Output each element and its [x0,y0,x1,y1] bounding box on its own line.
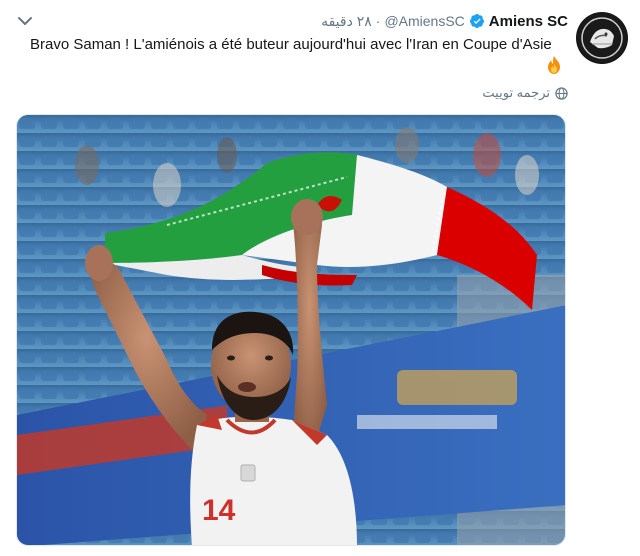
tweet-text: Bravo Saman ! L'amiénois a été buteur au… [30,34,564,56]
fire-emoji-icon [548,56,560,74]
avatar[interactable] [576,12,628,64]
chevron-down-icon[interactable] [16,14,34,28]
user-handle[interactable]: @AmiensSC [384,13,464,29]
timestamp[interactable]: ۲۸ دقیقه [321,13,372,30]
jersey-number: 14 [202,494,236,527]
player-with-flag-photo: 14 [17,115,565,545]
verified-badge-icon [469,14,484,28]
globe-icon [555,86,568,100]
translate-tweet-link[interactable]: ترجمه توییت [482,85,568,101]
separator: · [375,13,381,29]
translate-label: ترجمه توییت [482,85,550,100]
tweet-photo[interactable]: 14 [16,114,566,546]
tweet-text-line: Bravo Saman ! L'amiénois a été buteur au… [30,36,552,53]
tweet-header: ۲۸ دقیقه · @AmiensSC Amiens SC [321,10,568,32]
display-name[interactable]: Amiens SC [489,13,568,30]
tweet-card: ۲۸ دقیقه · @AmiensSC Amiens SC Bravo Sam… [0,0,640,556]
club-crest-icon [577,13,627,63]
